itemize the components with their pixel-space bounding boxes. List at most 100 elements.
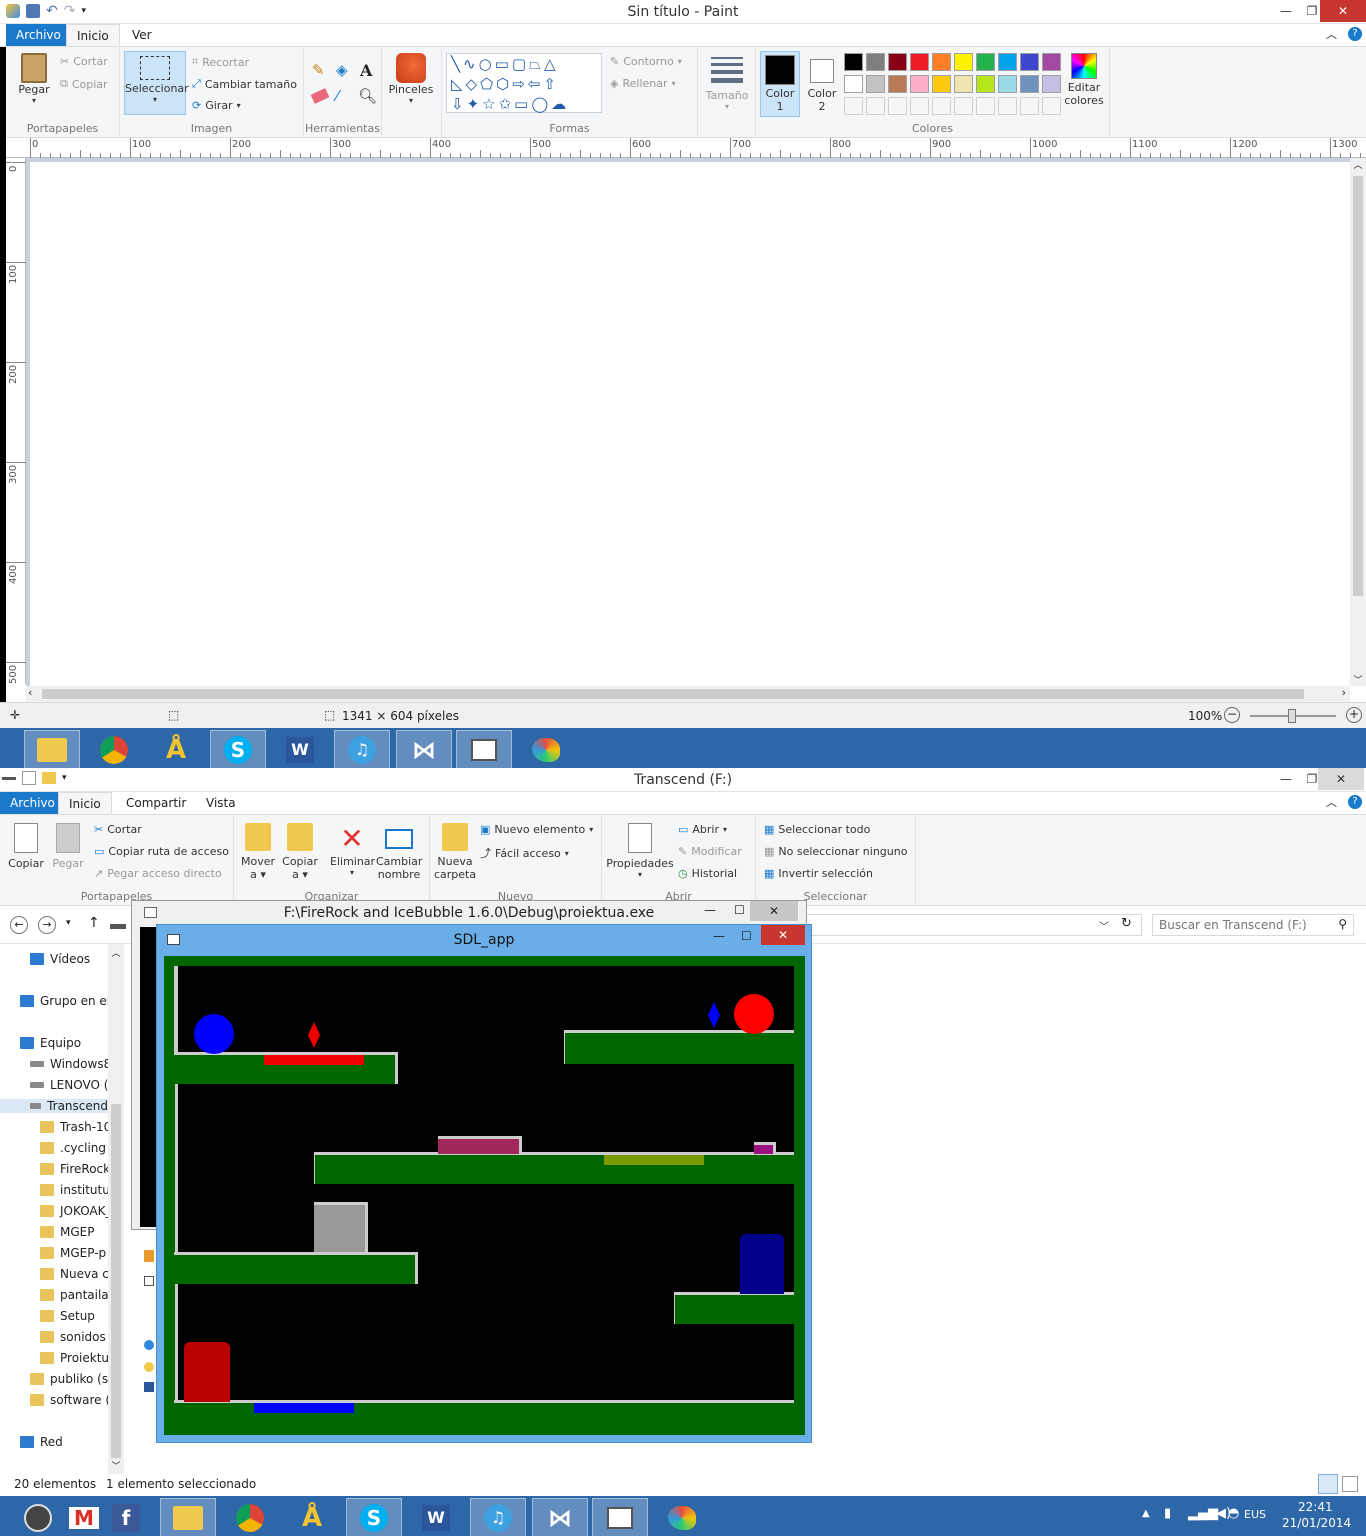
explorer-cut-button[interactable]: ✂ Cortar [94,823,142,836]
paste-shortcut-button[interactable]: ↗ Pegar acceso directo [94,867,222,880]
help-icon[interactable]: ? [1348,795,1362,809]
console-maximize-button[interactable]: ☐ [734,903,745,917]
crop-button[interactable]: ⌗ Recortar [192,55,249,69]
magnifier-icon[interactable]: 🔍︎ [358,87,377,105]
clock-time[interactable]: 22:41 [1298,1500,1333,1514]
address-dropdown-icon[interactable]: ﹀ [1099,918,1109,933]
invert-selection-button[interactable]: ▦ Invertir selección [764,867,873,880]
open-button[interactable]: ▭ Abrir ▾ [678,823,727,836]
history-button[interactable]: ◷ Historial [678,867,737,880]
palette-swatch[interactable] [1020,53,1039,71]
nav-tree-item[interactable]: MGEP-p [40,1246,106,1260]
zoom-in-icon[interactable]: + [1346,707,1362,723]
language-indicator[interactable]: EUS [1244,1508,1266,1521]
delete-button[interactable]: ✕ Eliminar ▾ [330,823,375,878]
zoom-slider[interactable] [1250,709,1336,723]
taskbar-facebook[interactable]: f [98,1498,154,1538]
network-icon[interactable]: ▂▄▆ [1188,1506,1218,1521]
nav-tree-item[interactable]: Grupo en el h [20,994,122,1008]
drawing-canvas[interactable] [30,162,1350,686]
zoom-out-icon[interactable]: − [1224,707,1240,723]
nav-tree-item[interactable]: JOKOAK_ [40,1204,112,1218]
taskbar-itunes-2[interactable]: ♫ [470,1498,526,1538]
nav-tree-item[interactable]: publiko (sa [30,1372,115,1386]
nav-tree-item[interactable]: LENOVO (I [30,1078,112,1092]
palette-swatch[interactable] [998,75,1017,93]
palette-swatch[interactable] [998,53,1017,71]
nav-tree-item[interactable]: software (s [30,1393,116,1407]
fill-button[interactable]: ◈ Rellenar ▾ [610,77,676,90]
zoom-slider-thumb[interactable] [1288,709,1296,723]
taskbar-console[interactable] [456,730,512,770]
eraser-icon[interactable] [310,88,330,104]
explorer-tab-view[interactable]: Vista [196,792,246,814]
select-button[interactable]: Seleccionar ▾ [124,51,189,115]
palette-swatch[interactable] [910,53,929,71]
select-all-button[interactable]: ▦ Seleccionar todo [764,823,870,836]
nav-scroll-thumb[interactable] [111,1104,121,1458]
nav-tree-item[interactable]: pantailak [40,1288,116,1302]
taskbar-paint[interactable] [518,730,574,770]
outline-button[interactable]: ✎ Contorno ▾ [610,55,682,68]
vertical-scrollbar[interactable]: ︿ ﹀ [1350,158,1366,686]
horizontal-scroll-thumb[interactable] [42,689,1304,699]
palette-empty-swatch[interactable] [1020,97,1039,115]
copy-button[interactable]: ⧉ Copiar [60,77,108,91]
explorer-copy-button[interactable]: Copiar [6,823,46,870]
collapse-ribbon-icon[interactable]: ︿ [1326,26,1337,42]
nav-tree-item[interactable]: MGEP [40,1225,94,1239]
palette-swatch[interactable] [954,75,973,93]
clock-date[interactable]: 21/01/2014 [1282,1516,1351,1530]
text-tool-icon[interactable]: A [360,61,372,80]
taskbar-skype[interactable]: S [210,730,266,770]
edit-button[interactable]: ✎ Modificar [678,845,742,858]
paste-button[interactable]: Pegar ▾ [14,53,54,105]
color2-button[interactable]: Color 2 [802,51,842,117]
refresh-icon[interactable]: ↻ [1121,916,1132,931]
details-view-icon[interactable] [1318,1474,1338,1494]
horizontal-scrollbar[interactable]: ‹ › [26,686,1350,702]
help-icon[interactable]: ? [1348,27,1362,41]
power-icon[interactable]: ▮ [1164,1506,1171,1521]
palette-swatch[interactable] [1042,53,1061,71]
sdl-minimize-button[interactable]: — [713,929,725,943]
sdl-maximize-button[interactable]: ☐ [741,929,752,943]
copy-to-button[interactable]: Copiar a ▾ [280,823,320,881]
fill-bucket-icon[interactable]: ◈ [336,61,348,79]
game-canvas[interactable] [164,956,805,1435]
large-icons-view-icon[interactable] [1342,1476,1358,1492]
up-icon[interactable]: ↑ [88,915,100,931]
forward-icon[interactable]: → [38,916,56,934]
taskbar-chrome[interactable] [86,730,142,770]
palette-swatch[interactable] [888,75,907,93]
nav-tree-item[interactable]: Windows8_ [30,1057,117,1071]
vertical-scroll-thumb[interactable] [1353,176,1363,596]
taskbar-arduino[interactable]: Å [148,730,204,770]
palette-empty-swatch[interactable] [998,97,1017,115]
taskbar-visual-studio[interactable]: ⋈ [396,730,452,770]
palette-empty-swatch[interactable] [866,97,885,115]
palette-swatch[interactable] [866,75,885,93]
nav-tree-item[interactable]: Vídeos [30,952,90,966]
nav-tree-item[interactable]: Equipo [20,1036,81,1050]
close-button[interactable]: ✕ [1320,0,1366,22]
tab-view[interactable]: Ver [122,24,162,46]
explorer-close-button[interactable]: ✕ [1318,768,1364,790]
palette-swatch[interactable] [888,53,907,71]
copy-path-button[interactable]: ▭ Copiar ruta de acceso [94,845,229,858]
palette-swatch[interactable] [910,75,929,93]
explorer-tab-share[interactable]: Compartir [116,792,196,814]
taskbar-itunes[interactable]: ♫ [334,730,390,770]
nav-tree-item[interactable]: Proiektu [40,1351,109,1365]
address-bar[interactable]: ﹀ ↻ [806,914,1142,936]
taskbar-word-2[interactable]: W [408,1498,464,1538]
nav-tree-item[interactable]: Nueva ca [40,1267,116,1281]
nav-tree-item[interactable]: Red [20,1435,63,1449]
move-to-button[interactable]: Mover a ▾ [238,823,278,881]
palette-empty-swatch[interactable] [888,97,907,115]
sync-icon[interactable]: ◓ [1228,1506,1239,1521]
palette-swatch[interactable] [1020,75,1039,93]
nav-tree-item[interactable]: sonidos p [40,1330,117,1344]
palette-empty-swatch[interactable] [1042,97,1061,115]
search-icon[interactable]: ⚲ [1338,917,1347,931]
